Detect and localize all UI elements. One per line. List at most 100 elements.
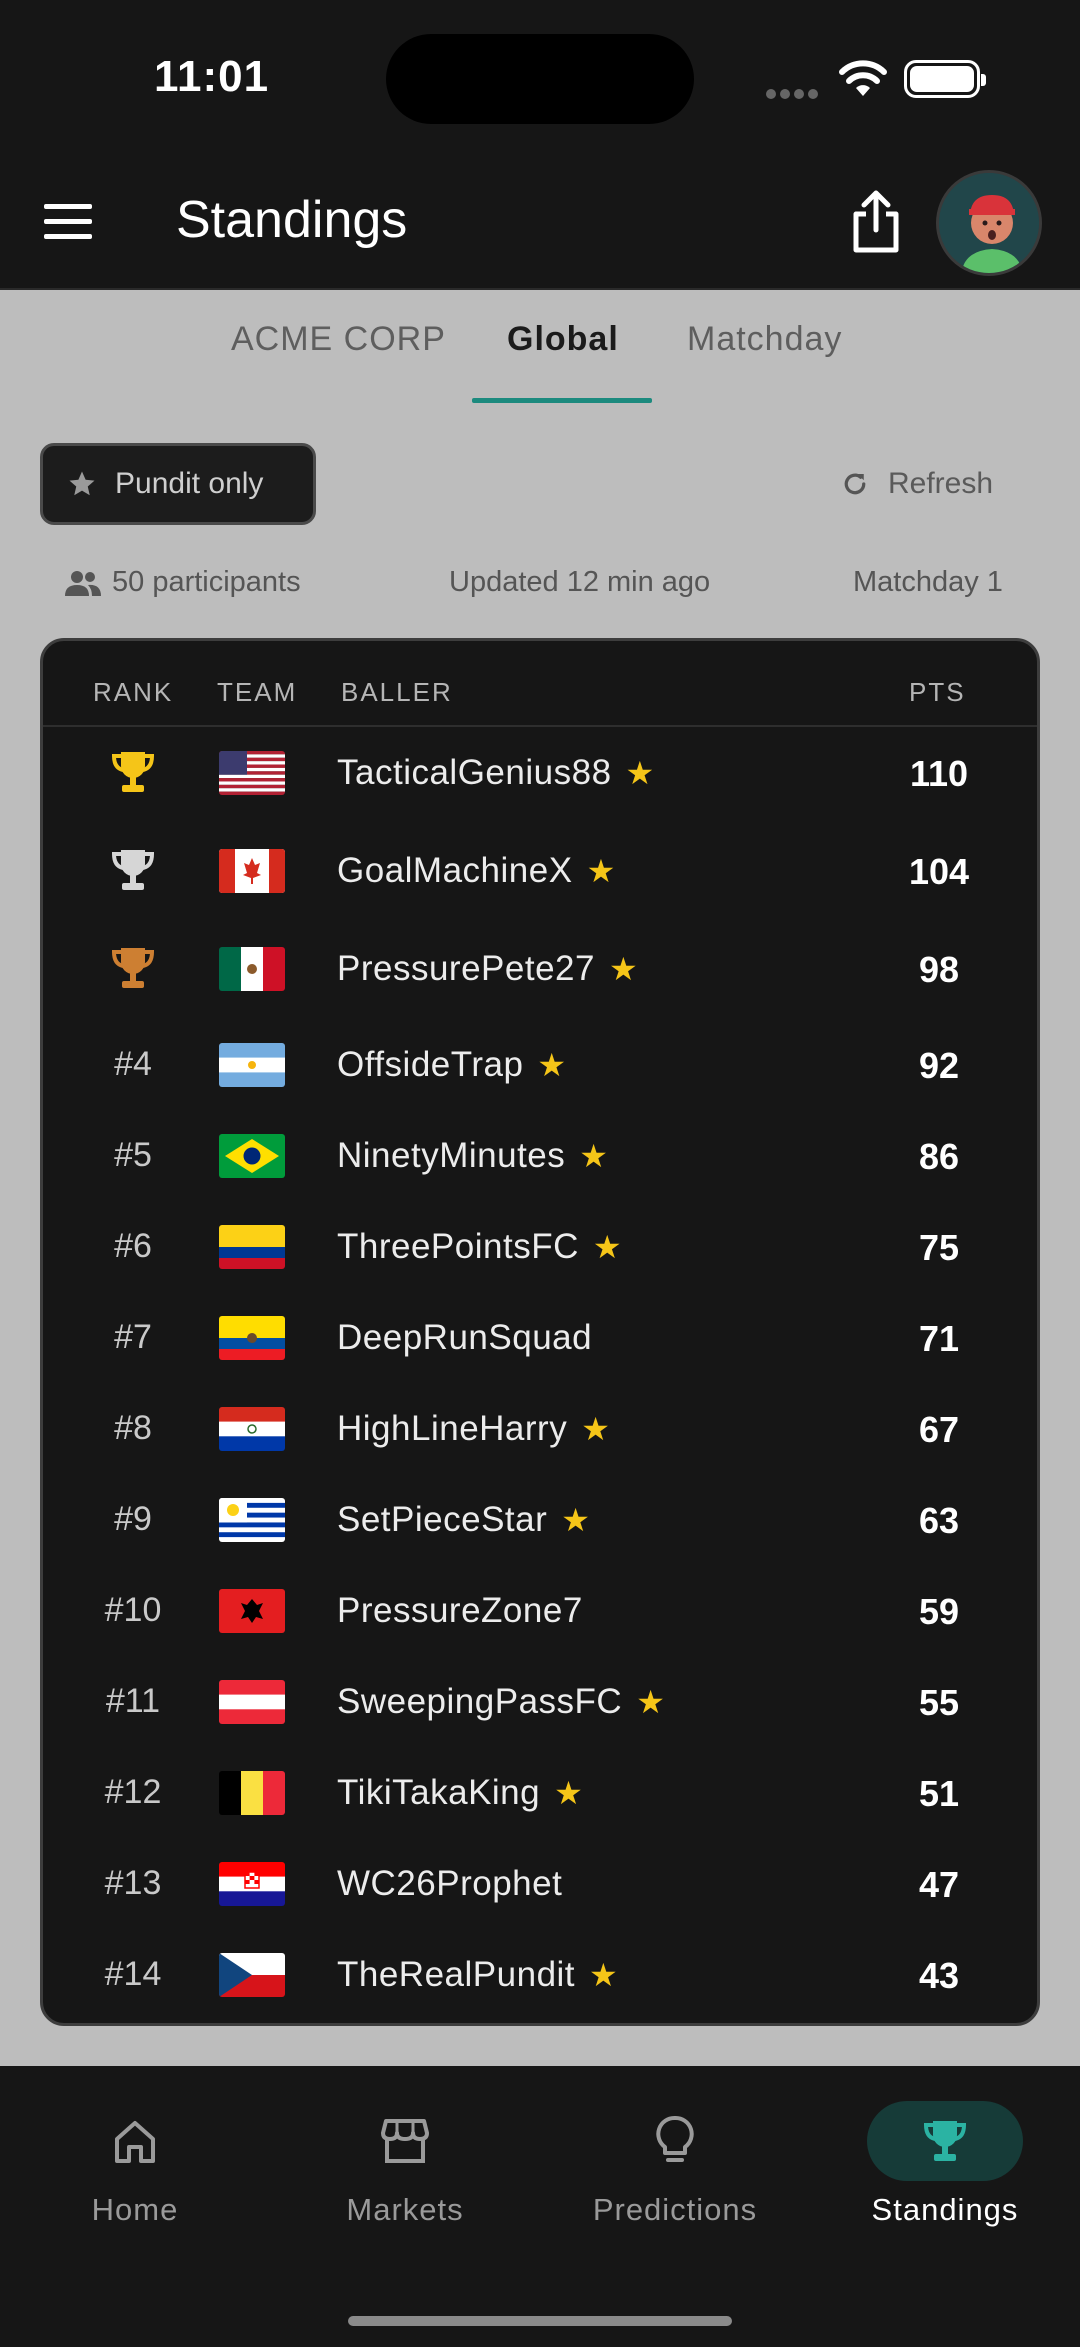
people-icon	[65, 570, 101, 596]
table-row[interactable]: GoalMachineX ★ 104	[43, 827, 1037, 917]
points-value: 55	[918, 1682, 960, 1723]
table-row[interactable]: #14 TheRealPundit ★ 43	[43, 1931, 1037, 2021]
player-name: ThreePointsFC	[337, 1227, 579, 1266]
player-name-cell: TikiTakaKing ★	[337, 1773, 583, 1813]
pundit-star-icon: ★	[592, 1229, 623, 1265]
nav-standings[interactable]: Standings	[810, 2096, 1080, 2228]
player-name-cell: TheRealPundit ★	[337, 1955, 618, 1995]
player-name-cell: OffsideTrap ★	[337, 1045, 567, 1085]
flag-hr-icon	[219, 1862, 285, 1906]
status-time: 11:01	[154, 52, 270, 101]
player-name-cell: PressureZone7	[337, 1591, 583, 1631]
pundit-star-icon: ★	[561, 1502, 591, 1538]
player-name-cell: TacticalGenius88 ★	[337, 753, 655, 793]
share-button[interactable]	[850, 190, 902, 254]
pundit-star-icon: ★	[625, 755, 655, 791]
nav-home[interactable]: Home	[0, 2096, 270, 2228]
pundit-star-icon: ★	[579, 1138, 609, 1174]
table-row[interactable]: #4 OffsideTrap ★ 92	[43, 1021, 1037, 1111]
top-app-bar: Standings	[0, 160, 1080, 290]
flag-at-icon	[219, 1680, 285, 1724]
rank-value: #6	[114, 1227, 152, 1265]
player-name: TikiTakaKing	[337, 1773, 541, 1812]
table-row[interactable]: #12 TikiTakaKing ★ 51	[43, 1749, 1037, 1839]
bronze-trophy-icon	[93, 948, 173, 1000]
participants-info: 50 participants	[64, 566, 301, 599]
points-value: 86	[918, 1136, 960, 1177]
refresh-label: Refresh	[888, 467, 994, 500]
flag-cz-icon	[219, 1953, 285, 1997]
standings-table: RANK TEAM BALLER PTS TacticalGenius88 ★ 11…	[40, 638, 1040, 2026]
player-name-cell: SetPieceStar ★	[337, 1500, 590, 1540]
rank-value: #10	[104, 1591, 162, 1629]
rank-value: #12	[104, 1773, 162, 1811]
player-name: OffsideTrap	[337, 1045, 524, 1084]
flag-al-icon	[219, 1589, 285, 1633]
player-name: WC26Prophet	[337, 1864, 563, 1903]
flag-ca-icon	[219, 849, 285, 893]
nav-markets[interactable]: Markets	[270, 2096, 540, 2228]
standings-content: ACME CORP Global Matchday Pundit only Re…	[0, 290, 1080, 2066]
table-header: RANK TEAM BALLER PTS	[43, 641, 1037, 727]
rank-value: #5	[114, 1136, 152, 1174]
points-value: 92	[918, 1045, 960, 1086]
player-name-cell: PressurePete27 ★	[337, 949, 638, 989]
signal-icon	[766, 86, 822, 99]
flag-us-icon	[219, 751, 285, 795]
table-row[interactable]: #10 PressureZone7 59	[43, 1567, 1037, 1657]
points-value: 59	[918, 1591, 960, 1632]
player-name: TheRealPundit	[337, 1955, 576, 1994]
pundit-star-icon: ★	[554, 1775, 584, 1811]
player-name: NinetyMinutes	[337, 1136, 566, 1175]
rank-value: #14	[104, 1955, 162, 1993]
pundit-only-toggle[interactable]: Pundit only	[40, 443, 316, 525]
nav-home-label: Home	[91, 2192, 179, 2227]
updated-time: Updated 12 min ago	[449, 566, 711, 598]
player-name: TacticalGenius88	[337, 753, 612, 792]
player-name-cell: SweepingPassFC ★	[337, 1682, 665, 1722]
table-row[interactable]: PressurePete27 ★ 98	[43, 925, 1037, 1015]
tab-acme-corp[interactable]: ACME CORP	[231, 320, 446, 359]
menu-button[interactable]	[44, 204, 92, 244]
pundit-star-icon: ★	[537, 1047, 567, 1083]
tab-global[interactable]: Global	[507, 320, 619, 359]
silver-trophy-icon	[93, 850, 173, 902]
table-row[interactable]: #8 HighLineHarry ★ 67	[43, 1385, 1037, 1475]
header-rank: RANK	[93, 677, 174, 707]
points-value: 67	[918, 1409, 960, 1450]
player-name: SetPieceStar	[337, 1500, 548, 1539]
rank-value: #8	[114, 1409, 152, 1447]
player-name-cell: NinetyMinutes ★	[337, 1136, 608, 1176]
dynamic-island	[386, 34, 694, 124]
star-icon	[69, 471, 95, 496]
flag-py-icon	[219, 1407, 285, 1451]
tab-indicator	[472, 398, 652, 403]
flag-uy-icon	[219, 1498, 285, 1542]
table-row[interactable]: #9 SetPieceStar ★ 63	[43, 1476, 1037, 1566]
flag-br-icon	[219, 1134, 285, 1178]
table-row[interactable]: #5 NinetyMinutes ★ 86	[43, 1112, 1037, 1202]
wifi-icon	[839, 60, 887, 96]
player-name-cell: ThreePointsFC ★	[337, 1227, 622, 1267]
player-name: DeepRunSquad	[337, 1318, 593, 1357]
player-name: PressureZone7	[337, 1591, 583, 1630]
avatar[interactable]	[936, 170, 1042, 276]
pundit-star-icon: ★	[608, 951, 639, 987]
nav-predictions[interactable]: Predictions	[540, 2096, 810, 2228]
table-row[interactable]: #7 DeepRunSquad 71	[43, 1294, 1037, 1384]
pundit-star-icon: ★	[589, 1957, 619, 1993]
rank-value: #7	[114, 1318, 152, 1356]
table-row[interactable]: #13 WC26Prophet 47	[43, 1840, 1037, 1930]
home-icon	[115, 2121, 155, 2163]
points-value: 98	[918, 949, 960, 990]
refresh-button[interactable]: Refresh	[840, 462, 993, 506]
pundit-star-icon: ★	[586, 853, 616, 889]
table-row[interactable]: #6 ThreePointsFC ★ 75	[43, 1203, 1037, 1293]
pundit-only-label: Pundit only	[115, 467, 264, 500]
tab-matchday[interactable]: Matchday	[687, 320, 842, 359]
table-row[interactable]: TacticalGenius88 ★ 110	[43, 729, 1037, 819]
table-row[interactable]: #11 SweepingPassFC ★ 55	[43, 1658, 1037, 1748]
battery-icon	[904, 60, 986, 98]
player-name: PressurePete27	[337, 949, 595, 988]
player-name: GoalMachineX	[337, 851, 573, 890]
